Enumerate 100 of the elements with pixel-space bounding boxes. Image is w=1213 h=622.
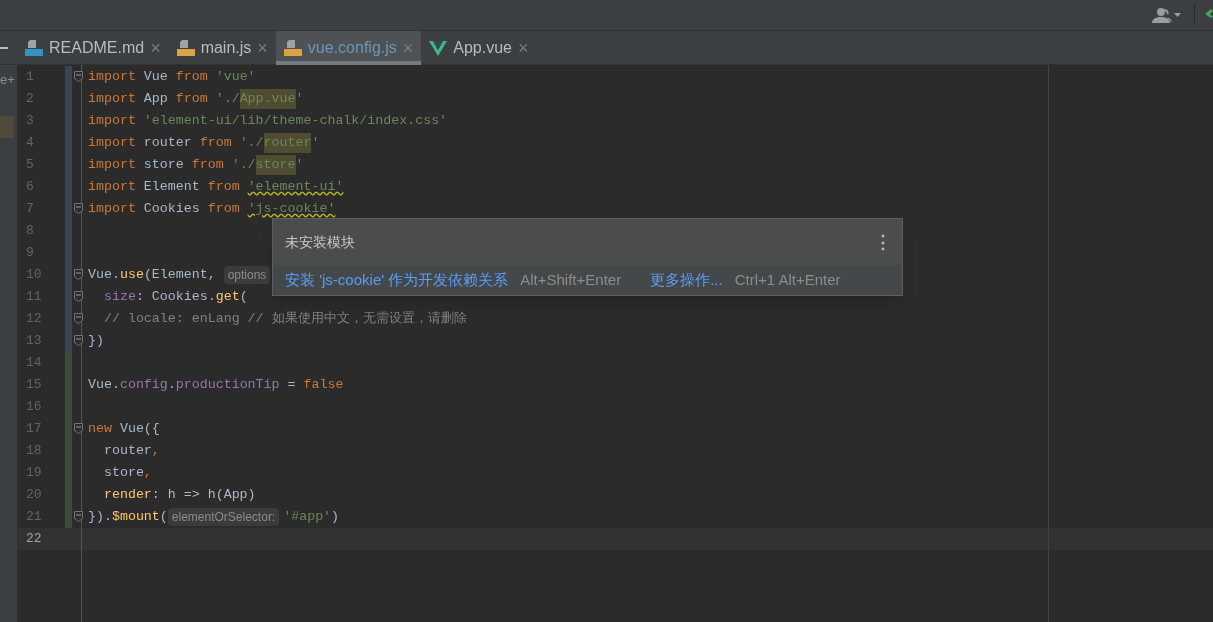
menu-icon[interactable]: ⋮: [874, 228, 892, 256]
close-icon[interactable]: ×: [518, 39, 529, 57]
code-token: ': [295, 156, 304, 175]
fold-icon[interactable]: [74, 269, 83, 280]
close-icon[interactable]: ×: [150, 39, 161, 57]
close-icon[interactable]: ×: [402, 39, 414, 57]
code-token: store: [142, 156, 185, 175]
code-token: size: [102, 288, 136, 307]
line-number: 7: [25, 200, 35, 219]
fold-icon[interactable]: [74, 71, 83, 82]
tab-label: main.js: [200, 38, 252, 58]
code-token: 'element-ui/lib/theme-chalk/index.css': [142, 112, 448, 131]
code-token: ): [331, 508, 340, 527]
line-number: 2: [25, 90, 35, 109]
code-token: =: [286, 376, 297, 395]
line-number: 5: [25, 156, 35, 175]
code-token: './: [230, 156, 256, 175]
code-token: router: [142, 134, 193, 153]
code-token: (: [159, 508, 168, 527]
code-token: Vue: [142, 68, 169, 87]
code-token: (Element,: [143, 266, 217, 285]
line-number: 6: [25, 178, 35, 197]
code-token: './: [214, 90, 240, 109]
action-link[interactable]: 更多操作...: [650, 268, 723, 292]
code-token: import: [88, 112, 136, 131]
parameter-hint: options: [223, 266, 271, 284]
line-number: 13: [25, 332, 43, 351]
code-token: Vue.: [88, 266, 120, 285]
code-token: import: [88, 156, 136, 175]
fold-icon[interactable]: [74, 335, 83, 346]
line-number: 11: [25, 288, 43, 307]
code-token: : h => h(App): [151, 486, 256, 505]
code-token: store: [255, 155, 296, 175]
fold-icon[interactable]: [74, 511, 83, 522]
code-token: from: [207, 200, 241, 219]
code-token: '#app': [283, 508, 332, 527]
line-number: 22: [25, 530, 43, 549]
fold-icon[interactable]: [74, 423, 83, 434]
code-token: : Cookies.: [135, 288, 216, 307]
fold-icon[interactable]: [74, 203, 83, 214]
fold-icon[interactable]: [74, 291, 83, 302]
panel-label: e+: [0, 71, 15, 89]
editor-tab[interactable]: App.vue ×: [421, 31, 537, 65]
code-token: store: [102, 464, 144, 483]
user-icon[interactable]: [1152, 7, 1182, 23]
code-token: .: [167, 376, 176, 395]
js-file-icon: [176, 40, 195, 56]
tab-label: README.md: [49, 38, 145, 58]
editor-tab[interactable]: vue.config.js ×: [275, 31, 422, 65]
line-number: 4: [25, 134, 35, 153]
code-token: new: [88, 420, 112, 439]
code-token: }).: [88, 508, 112, 527]
line-number: 12: [25, 310, 43, 329]
code-token: 'element-ui': [247, 178, 344, 197]
line-number: 15: [25, 376, 43, 395]
editor-tab[interactable]: README.md ×: [17, 31, 169, 65]
line-number: 9: [25, 244, 35, 263]
code-token: Vue.: [88, 376, 120, 395]
code-token: 'js-cookie': [247, 200, 336, 219]
close-icon[interactable]: ×: [257, 39, 268, 57]
tab-label: vue.config.js: [307, 38, 397, 58]
code-token: ,: [151, 442, 160, 461]
line-number: 3: [25, 112, 35, 131]
code-token: productionTip: [175, 376, 280, 395]
code-token: './: [238, 134, 264, 153]
line-number: 20: [25, 486, 43, 505]
code-token: App.vue: [239, 89, 296, 109]
code-token: config: [119, 376, 168, 395]
code-token: router: [102, 442, 152, 461]
code-token: Vue({: [118, 420, 160, 439]
code-token: from: [175, 68, 208, 87]
code-token: Element: [142, 178, 201, 197]
line-number: 18: [25, 442, 43, 461]
code-token: render: [102, 486, 152, 505]
code-token: 'vue': [214, 68, 256, 87]
code-token: (: [239, 288, 248, 307]
code-token: }): [88, 332, 104, 351]
code-token: from: [191, 156, 224, 175]
code-token: get: [215, 288, 240, 307]
line-number: 17: [25, 420, 43, 439]
markdown-file-icon: [25, 40, 43, 56]
fold-icon[interactable]: [74, 313, 83, 324]
code-token: router: [263, 133, 312, 153]
code-token: use: [119, 266, 144, 285]
line-number: 14: [25, 354, 43, 373]
action-link[interactable]: 安装 'js-cookie' 作为开发依赖关系: [285, 268, 509, 292]
code-token: import: [88, 134, 136, 153]
editor-tab[interactable]: main.js ×: [168, 31, 276, 65]
line-number: 10: [25, 266, 43, 285]
vue-logo-icon: [429, 40, 448, 56]
code-token: import: [88, 68, 136, 87]
tab-label: App.vue: [453, 38, 512, 58]
code-token: ': [311, 134, 320, 153]
code-token: Cookies: [142, 200, 201, 219]
js-file-icon: [283, 40, 302, 56]
code-token: $mount: [111, 508, 160, 527]
code-token: ,: [143, 464, 152, 483]
parameter-hint: elementOrSelector:: [167, 508, 280, 526]
popup-title: 未安装模块: [285, 232, 355, 252]
code-token: import: [88, 200, 136, 219]
